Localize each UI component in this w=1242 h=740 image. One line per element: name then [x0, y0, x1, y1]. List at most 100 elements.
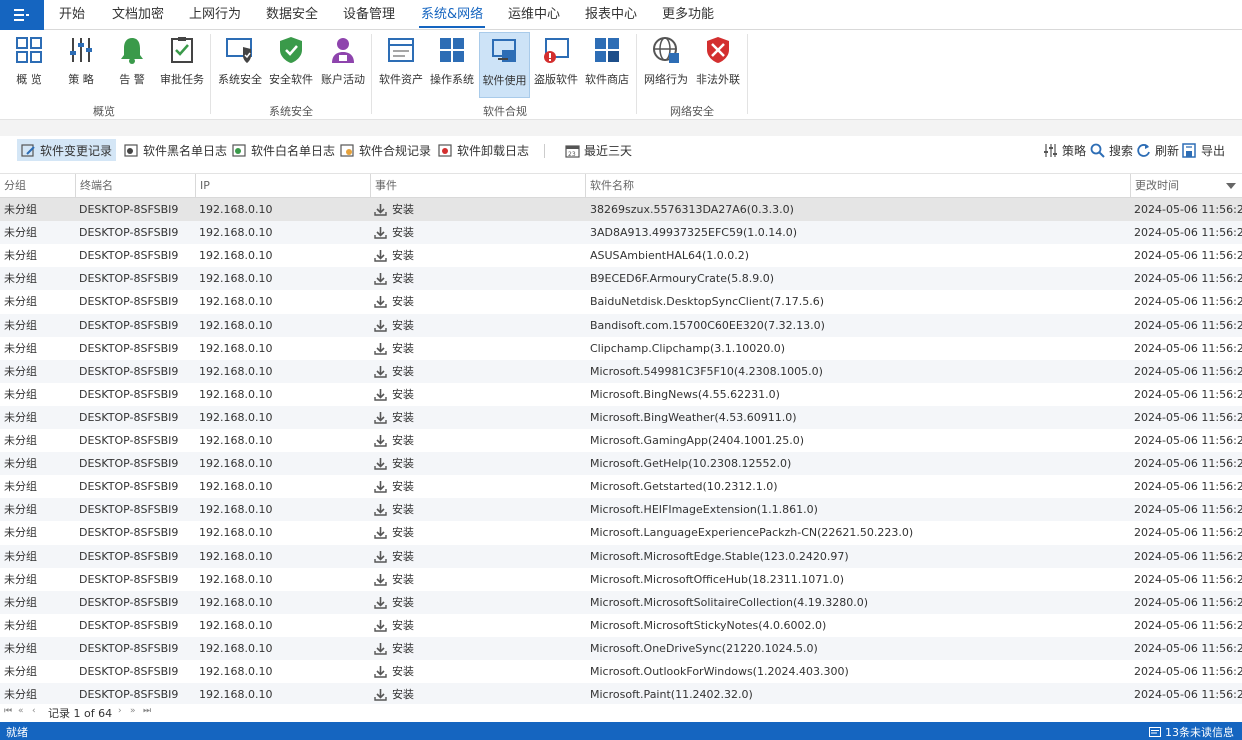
table-row[interactable]: 未分组 DESKTOP-8SFSBI9 192.168.0.10 安装 Microsof… — [0, 405, 1242, 429]
ribbon-software-usage-button[interactable]: 软件使用 — [479, 32, 530, 98]
menu-item-device-management[interactable]: 设备管理 — [343, 0, 395, 30]
cell-group: 未分组 — [4, 387, 37, 401]
table-row[interactable]: 未分组 DESKTOP-8SFSBI9 192.168.0.10 安装 Microsof… — [0, 521, 1242, 544]
cell-event-label: 安装 — [392, 457, 414, 471]
menu-item-start[interactable]: 开始 — [59, 0, 85, 30]
ribbon-system-security-button[interactable]: 系统安全 — [216, 32, 264, 96]
tab-blacklist-log[interactable]: 软件黑名单日志 — [120, 139, 231, 161]
ribbon-illegal-outreach-button[interactable]: 非法外联 — [694, 32, 742, 96]
table-row[interactable]: 未分组 DESKTOP-8SFSBI9 192.168.0.10 安装 Microsof… — [0, 498, 1242, 522]
refresh-button[interactable]: 刷新 — [1132, 139, 1183, 161]
table-row[interactable]: 未分组 DESKTOP-8SFSBI9 192.168.0.10 安装 Microsof… — [0, 590, 1242, 614]
cell-software-name: Microsoft.OneDriveSync(21220.1024.5.0) — [590, 641, 818, 655]
ribbon-security-software-button[interactable]: 安全软件 — [268, 32, 314, 96]
menu-item-system-network[interactable]: 系统&网络 — [418, 0, 486, 30]
table-row[interactable]: 未分组 DESKTOP-8SFSBI9 192.168.0.10 安装 Microsof… — [0, 429, 1242, 452]
table-row[interactable]: 未分组 DESKTOP-8SFSBI9 192.168.0.10 安装 Microsof… — [0, 359, 1242, 383]
ribbon-software-store-button[interactable]: 软件商店 — [583, 32, 631, 96]
table-row[interactable]: 未分组 DESKTOP-8SFSBI9 192.168.0.10 安装 Microsof… — [0, 568, 1242, 591]
table-header: 分组 终端名 IP 事件 软件名称 更改时间 — [0, 174, 1242, 198]
column-header-change-time[interactable]: 更改时间 — [1130, 174, 1242, 198]
ribbon-approval-button[interactable]: 审批任务 — [158, 32, 206, 96]
column-header-terminal[interactable]: 终端名 — [75, 174, 195, 198]
export-button[interactable]: 导出 — [1178, 139, 1229, 161]
ribbon-software-assets-button[interactable]: 软件资产 — [377, 32, 425, 96]
table-row[interactable]: 未分组 DESKTOP-8SFSBI9 192.168.0.10 安装 Microsof… — [0, 475, 1242, 498]
ribbon-overview-button[interactable]: 概 览 — [8, 32, 50, 96]
table-row[interactable]: 未分组 DESKTOP-8SFSBI9 192.168.0.10 安装 Microsof… — [0, 683, 1242, 704]
column-header-ip[interactable]: IP — [195, 174, 370, 198]
cell-event-label: 安装 — [392, 318, 414, 332]
cell-event: 安装 — [374, 244, 584, 267]
unread-messages[interactable]: 13条未读信息 — [1149, 724, 1234, 740]
ribbon-policy-label: 策 略 — [68, 73, 94, 86]
search-button[interactable]: 搜索 — [1086, 139, 1137, 161]
menu-item-doc-encryption[interactable]: 文档加密 — [112, 0, 164, 30]
install-download-icon — [374, 273, 387, 285]
cell-ip: 192.168.0.10 — [199, 618, 273, 632]
previous-page-fast-icon[interactable]: « — [18, 706, 24, 716]
column-header-software-name[interactable]: 软件名称 — [585, 174, 1130, 198]
cell-event-label: 安装 — [392, 434, 414, 447]
install-download-icon — [374, 435, 387, 447]
first-page-icon[interactable]: ⏮ — [4, 706, 12, 716]
table-row[interactable]: 未分组 DESKTOP-8SFSBI9 192.168.0.10 安装 38269szu… — [0, 198, 1242, 221]
table-row[interactable]: 未分组 DESKTOP-8SFSBI9 192.168.0.10 安装 Microsof… — [0, 614, 1242, 637]
ribbon-approval-label: 审批任务 — [160, 73, 204, 86]
cell-event-label: 安装 — [392, 549, 414, 563]
tab-blacklist-log-label: 软件黑名单日志 — [143, 143, 228, 158]
table-row[interactable]: 未分组 DESKTOP-8SFSBI9 192.168.0.10 安装 Microsof… — [0, 660, 1242, 683]
menu-item-more-functions[interactable]: 更多功能 — [662, 0, 714, 30]
cell-group: 未分组 — [4, 503, 37, 517]
cell-ip: 192.168.0.10 — [199, 203, 273, 216]
next-page-icon[interactable]: › — [118, 706, 122, 716]
cell-ip: 192.168.0.10 — [199, 434, 273, 447]
policy-icon — [1044, 143, 1057, 157]
ribbon-account-activity-button[interactable]: 账户活动 — [320, 32, 366, 96]
date-filter-button[interactable]: 23 最近三天 — [561, 139, 636, 161]
software-change-icon — [21, 143, 35, 157]
tab-whitelist-log[interactable]: 软件白名单日志 — [228, 139, 339, 161]
tab-software-change-record[interactable]: 软件变更记录 — [17, 139, 117, 161]
cell-group: 未分组 — [4, 364, 37, 378]
menu-item-internet-behavior[interactable]: 上网行为 — [189, 0, 241, 30]
cell-event: 安装 — [374, 452, 584, 475]
table-row[interactable]: 未分组 DESKTOP-8SFSBI9 192.168.0.10 安装 Microsof… — [0, 452, 1242, 476]
menu-item-ops-center[interactable]: 运维中心 — [508, 0, 560, 30]
next-page-fast-icon[interactable]: » — [130, 706, 136, 716]
previous-page-icon[interactable]: ‹ — [32, 706, 36, 716]
column-header-group[interactable]: 分组 — [0, 174, 75, 198]
table-row[interactable]: 未分组 DESKTOP-8SFSBI9 192.168.0.10 安装 BaiduNet… — [0, 290, 1242, 313]
table-row[interactable]: 未分组 DESKTOP-8SFSBI9 192.168.0.10 安装 Bandisof… — [0, 313, 1242, 337]
cell-terminal: DESKTOP-8SFSBI9 — [79, 364, 179, 378]
ribbon-policy-button[interactable]: 策 略 — [60, 32, 102, 96]
cell-software-name: Microsoft.549981C3F5F10(4.2308.1005.0) — [590, 364, 823, 378]
app-menu-button[interactable] — [0, 0, 44, 30]
cell-change-time: 2024-05-06 11:56:28 — [1134, 249, 1242, 263]
tab-compliance-record[interactable]: 软件合规记录 — [336, 139, 435, 161]
table-row[interactable]: 未分组 DESKTOP-8SFSBI9 192.168.0.10 安装 Microsof… — [0, 383, 1242, 406]
record-indicator: 记录 1 of 64 — [48, 707, 113, 720]
table-row[interactable]: 未分组 DESKTOP-8SFSBI9 192.168.0.10 安装 B9ECED6F… — [0, 267, 1242, 291]
table-row[interactable]: 未分组 DESKTOP-8SFSBI9 192.168.0.10 安装 Microsof… — [0, 544, 1242, 568]
table-row[interactable]: 未分组 DESKTOP-8SFSBI9 192.168.0.10 安装 Microsof… — [0, 636, 1242, 660]
cell-event-label: 安装 — [392, 387, 414, 401]
cell-terminal: DESKTOP-8SFSBI9 — [79, 572, 179, 586]
table-row[interactable]: 未分组 DESKTOP-8SFSBI9 192.168.0.10 安装 Clipcham… — [0, 337, 1242, 360]
table-row[interactable]: 未分组 DESKTOP-8SFSBI9 192.168.0.10 安装 3AD8A913… — [0, 221, 1242, 245]
ribbon-alarm-button[interactable]: 告 警 — [112, 32, 152, 96]
ribbon-network-behavior-button[interactable]: 网络行为 — [642, 32, 690, 96]
cell-terminal: DESKTOP-8SFSBI9 — [79, 457, 179, 471]
menu-item-data-security[interactable]: 数据安全 — [266, 0, 318, 30]
refresh-button-label: 刷新 — [1155, 143, 1180, 158]
last-page-icon[interactable]: ⏭ — [143, 706, 151, 716]
column-header-event[interactable]: 事件 — [370, 174, 585, 198]
menu-item-report-center[interactable]: 报表中心 — [585, 0, 637, 30]
tab-uninstall-log[interactable]: 软件卸载日志 — [434, 139, 533, 161]
ribbon-pirated-software-button[interactable]: 盗版软件 — [532, 32, 580, 96]
cell-ip: 192.168.0.10 — [199, 572, 273, 586]
table-row[interactable]: 未分组 DESKTOP-8SFSBI9 192.168.0.10 安装 ASUSAmbi… — [0, 244, 1242, 267]
policy-button[interactable]: 策略 — [1039, 139, 1090, 161]
ribbon-operating-system-button[interactable]: 操作系统 — [428, 32, 476, 96]
system-security-icon — [226, 38, 252, 63]
